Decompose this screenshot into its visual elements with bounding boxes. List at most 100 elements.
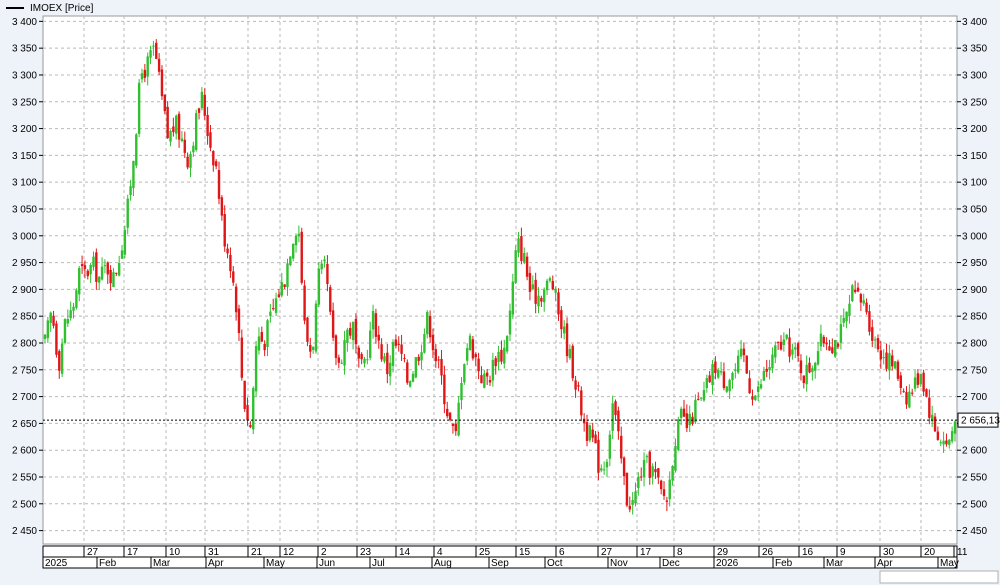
candle-body bbox=[86, 270, 89, 277]
candle-body bbox=[58, 351, 61, 371]
candle-body bbox=[774, 345, 777, 358]
y-axis-right: 3 400 3 350 3 300 3 250 3 200 3 150 3 100 3 050… bbox=[957, 17, 987, 537]
candle-body bbox=[608, 434, 612, 459]
x-day-label: 20 bbox=[924, 547, 936, 558]
candle-body bbox=[945, 440, 948, 445]
y-tick-label: 2 750 bbox=[12, 365, 37, 376]
candle-body bbox=[394, 339, 398, 346]
candle-body bbox=[314, 303, 318, 352]
candle-body bbox=[953, 421, 957, 434]
candle-body bbox=[674, 445, 677, 471]
candle-body bbox=[825, 342, 828, 345]
candle-body bbox=[736, 355, 740, 373]
x-month-label: Jun bbox=[319, 558, 335, 569]
candle-body bbox=[320, 263, 323, 270]
candle-body bbox=[234, 286, 238, 313]
candle-body bbox=[580, 390, 583, 416]
chart-window: IMOEX [Price] 3 400 3 350 3 300 3 250 3 200 3… bbox=[0, 0, 1000, 585]
candle-body bbox=[280, 282, 283, 296]
x-month-label: Oct bbox=[547, 558, 563, 569]
x-day-label: 2 bbox=[321, 547, 327, 558]
candle-body bbox=[759, 384, 763, 389]
candle-body bbox=[120, 250, 124, 259]
candle-body bbox=[722, 371, 726, 388]
candle-body bbox=[754, 395, 757, 400]
candle-body bbox=[217, 170, 221, 199]
candle-body bbox=[485, 372, 489, 377]
x-day-label: 26 bbox=[762, 547, 774, 558]
candle-body bbox=[300, 231, 303, 283]
candle-body bbox=[508, 310, 512, 335]
candle-body bbox=[463, 364, 466, 383]
candle-body bbox=[543, 289, 546, 303]
candle-body bbox=[614, 401, 617, 416]
y-tick-label: 2 450 bbox=[962, 526, 987, 537]
candle-body bbox=[172, 126, 175, 133]
candle-body bbox=[565, 323, 569, 357]
candle-body bbox=[226, 248, 229, 254]
candle-body bbox=[771, 354, 774, 369]
candle-body bbox=[503, 347, 506, 364]
candle-body bbox=[694, 399, 697, 423]
y-tick-label: 3 350 bbox=[962, 44, 987, 55]
candle-body bbox=[634, 491, 637, 504]
candle-body bbox=[588, 425, 592, 441]
candle-body bbox=[311, 346, 315, 350]
candle-body bbox=[640, 476, 643, 478]
x-day-label: 25 bbox=[479, 547, 491, 558]
candle-body bbox=[446, 408, 449, 417]
candle-body bbox=[55, 323, 58, 355]
y-tick-label: 3 200 bbox=[12, 124, 37, 135]
candlestick-chart[interactable]: 3 400 3 350 3 300 3 250 3 200 3 150 3 100 3 050… bbox=[0, 0, 1000, 585]
candle-body bbox=[374, 313, 378, 337]
candle-body bbox=[414, 357, 418, 378]
x-day-label: 10 bbox=[169, 547, 181, 558]
candle-body bbox=[594, 434, 597, 444]
y-tick-label: 3 250 bbox=[962, 97, 987, 108]
candle-body bbox=[254, 346, 258, 392]
candle-body bbox=[391, 342, 395, 367]
candle-body bbox=[100, 266, 104, 280]
candle-body bbox=[668, 479, 671, 500]
candle-body bbox=[688, 413, 691, 426]
y-tick-label: 2 900 bbox=[12, 285, 37, 296]
candle-body bbox=[657, 468, 660, 478]
y-tick-label: 2 800 bbox=[962, 338, 987, 349]
candle-body bbox=[163, 94, 167, 112]
candle-body bbox=[297, 233, 301, 237]
candle-body bbox=[811, 368, 814, 373]
x-month-label: Feb bbox=[775, 558, 793, 569]
candle-body bbox=[776, 341, 780, 343]
candle-body bbox=[411, 373, 415, 382]
candle-body bbox=[514, 250, 517, 283]
candle-body bbox=[474, 354, 477, 358]
candle-body bbox=[454, 423, 457, 432]
candle-body bbox=[922, 372, 925, 392]
candle-body bbox=[520, 236, 523, 261]
candle-body bbox=[719, 371, 723, 373]
candle-body bbox=[126, 198, 129, 228]
candle-body bbox=[203, 94, 206, 116]
candle-body bbox=[468, 335, 472, 351]
x-month-label: Feb bbox=[99, 558, 117, 569]
x-day-label: 17 bbox=[127, 547, 139, 558]
y-tick-label: 3 300 bbox=[962, 70, 987, 81]
candle-body bbox=[642, 460, 646, 477]
y-tick-label: 2 700 bbox=[12, 392, 37, 403]
candle-body bbox=[177, 113, 181, 140]
candle-body bbox=[714, 361, 717, 373]
candle-body bbox=[420, 352, 423, 361]
candle-body bbox=[785, 334, 788, 339]
candle-body bbox=[272, 308, 275, 310]
candle-body bbox=[477, 358, 480, 372]
candle-body bbox=[340, 362, 343, 364]
x-day-label: 29 bbox=[717, 547, 729, 558]
candle-body bbox=[839, 324, 843, 343]
y-tick-label: 2 800 bbox=[12, 338, 37, 349]
candle-body bbox=[836, 343, 840, 347]
candle-body bbox=[799, 360, 803, 374]
candle-body bbox=[214, 161, 218, 167]
candle-body bbox=[893, 361, 897, 369]
candle-body bbox=[406, 362, 409, 383]
candle-body bbox=[294, 235, 298, 246]
